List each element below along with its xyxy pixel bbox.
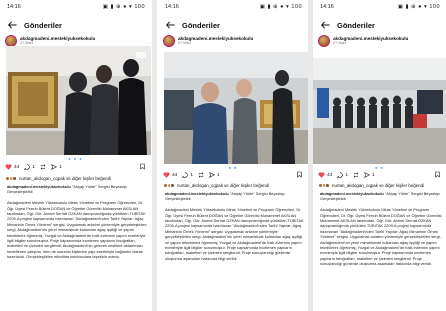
share-action[interactable]: 1: [51, 164, 62, 170]
header: Gönderiler: [158, 15, 308, 35]
share-icon: [364, 172, 371, 178]
shares-count: 1: [217, 172, 220, 178]
avatar[interactable]: [163, 35, 175, 47]
avatar[interactable]: [318, 35, 330, 47]
back-arrow-icon[interactable]: [3, 16, 21, 34]
comments-count: 1: [32, 164, 36, 170]
like-action[interactable]: 44: [163, 172, 177, 178]
bookmark-icon[interactable]: [435, 171, 440, 180]
caption-username[interactable]: akdagmadeni.meslekiyuksekokulu: [165, 191, 229, 196]
heart-icon: [5, 164, 12, 170]
share-icon: [209, 172, 216, 178]
comment-icon: [24, 164, 30, 170]
post-caption: akdagmadeni.meslekiyuksekokulu "Ahşap Yü…: [7, 184, 147, 260]
shares-count: 1: [59, 164, 62, 170]
post-author[interactable]: akdagmadeni.meslekiyuksekokulu 27 Mart: [158, 35, 308, 47]
status-icons: ▣ ▮ ⊕ ● ▾ 100: [259, 4, 302, 10]
repost-icon: [353, 172, 359, 178]
liked-by-row[interactable]: nurtan_akdogan_cqpak ve diğer kişiler be…: [5, 176, 147, 181]
status-icons: ▣ ▮ ⊕ ● ▾ 100: [397, 4, 440, 10]
status-bar: 14:16 ▣ ▮ ⊕ ● ▾ 100: [158, 0, 308, 14]
liker-avatar: [12, 176, 17, 181]
heart-icon: [163, 172, 170, 178]
post-date: 27 Mart: [178, 41, 191, 46]
comments-count: 1: [345, 172, 349, 178]
post-actions: 44 1 1: [5, 162, 145, 172]
caption-username[interactable]: akdagmadeni.meslekiyuksekokulu: [320, 191, 384, 196]
post-photo[interactable]: [6, 46, 151, 155]
repost-action[interactable]: [353, 172, 359, 178]
comment-icon: [337, 172, 343, 178]
liked-by-row[interactable]: nurtan_akdogan_cqpak ve diğer kişiler be…: [163, 183, 304, 188]
comment-icon: [182, 172, 188, 178]
carousel-dots: ● ● ●: [68, 156, 83, 161]
liked-by-text: nurtan_akdogan_cqpak ve diğer kişiler be…: [177, 183, 270, 188]
share-icon: [51, 164, 58, 170]
heart-icon: [318, 172, 325, 178]
liked-by-text: nurtan_akdogan_cqpak ve diğer kişiler be…: [332, 183, 425, 188]
header: Gönderiler: [313, 15, 446, 35]
post-screen-3: 14:16 ▣ ▮ ⊕ ● ▾ 100 Gönderiler akdagmade…: [313, 0, 446, 311]
comment-action[interactable]: 1: [337, 172, 348, 178]
caption-text: "Ahşap Yükte" Sergisi Beyazlap Gerçekleş…: [165, 191, 304, 261]
repost-action[interactable]: [40, 164, 46, 170]
post-screen-2: 14:16 ▣ ▮ ⊕ ● ▾ 100 Gönderiler akdagmade…: [158, 0, 308, 311]
status-time: 14:16: [165, 4, 179, 10]
shares-count: 1: [372, 172, 375, 178]
likes-count: 44: [172, 172, 178, 178]
comments-count: 1: [190, 172, 194, 178]
status-bar: 14:16 ▣ ▮ ⊕ ● ▾ 100: [313, 0, 446, 14]
likes-count: 44: [14, 164, 20, 170]
repost-action[interactable]: [198, 172, 204, 178]
post-caption: akdagmadeni.meslekiyuksekokulu "Ahşap Yü…: [320, 191, 442, 267]
share-action[interactable]: 1: [209, 172, 220, 178]
post-screen-1: 14:16 ▣ ▮ ⊕ ● ▾ 100 Gönderiler akdagmade…: [0, 0, 151, 311]
status-icons: ▣ ▮ ⊕ ● ▾ 100: [102, 4, 145, 10]
caption-text: "Ahşap Yükte" Sergisi Beyazlap Gerçekleş…: [7, 184, 147, 260]
liked-by-text: nurtan_akdogan_cqpak ve diğer kişiler be…: [19, 176, 112, 181]
post-actions: 44 1 1: [163, 170, 302, 180]
post-photo[interactable]: [313, 58, 446, 164]
repost-icon: [198, 172, 204, 178]
status-bar: 14:16 ▣ ▮ ⊕ ● ▾ 100: [0, 0, 151, 14]
like-action[interactable]: 44: [318, 172, 332, 178]
like-action[interactable]: 44: [5, 164, 19, 170]
post-caption: akdagmadeni.meslekiyuksekokulu "Ahşap Yü…: [165, 191, 304, 261]
caption-text: "Ahşap Yükte" Sergisi Beyazlap Gerçekleş…: [320, 191, 442, 267]
post-photo[interactable]: [164, 52, 308, 164]
header-title: Gönderiler: [182, 20, 220, 30]
divider: [152, 0, 157, 311]
post-actions: 44 1 1: [318, 170, 440, 180]
back-arrow-icon[interactable]: [316, 16, 334, 34]
liker-avatar: [325, 183, 330, 188]
repost-icon: [40, 164, 46, 170]
status-time: 14:16: [7, 4, 21, 10]
post-author[interactable]: akdagmadeni.meslekiyuksekokulu 27 Mart: [313, 35, 446, 47]
bookmark-icon[interactable]: [297, 171, 302, 180]
comment-action[interactable]: 1: [24, 164, 35, 170]
liker-avatar: [170, 183, 175, 188]
liked-by-row[interactable]: nurtan_akdogan_cqpak ve diğer kişiler be…: [318, 183, 442, 188]
caption-username[interactable]: akdagmadeni.meslekiyuksekokulu: [7, 184, 71, 189]
back-arrow-icon[interactable]: [161, 16, 179, 34]
header-title: Gönderiler: [24, 20, 62, 30]
comment-action[interactable]: 1: [182, 172, 193, 178]
post-date: 27 Mart: [333, 41, 346, 46]
bookmark-icon[interactable]: [140, 163, 145, 172]
status-time: 14:16: [320, 4, 334, 10]
header: Gönderiler: [0, 15, 151, 35]
likes-count: 44: [327, 172, 333, 178]
share-action[interactable]: 1: [364, 172, 375, 178]
header-title: Gönderiler: [337, 20, 375, 30]
